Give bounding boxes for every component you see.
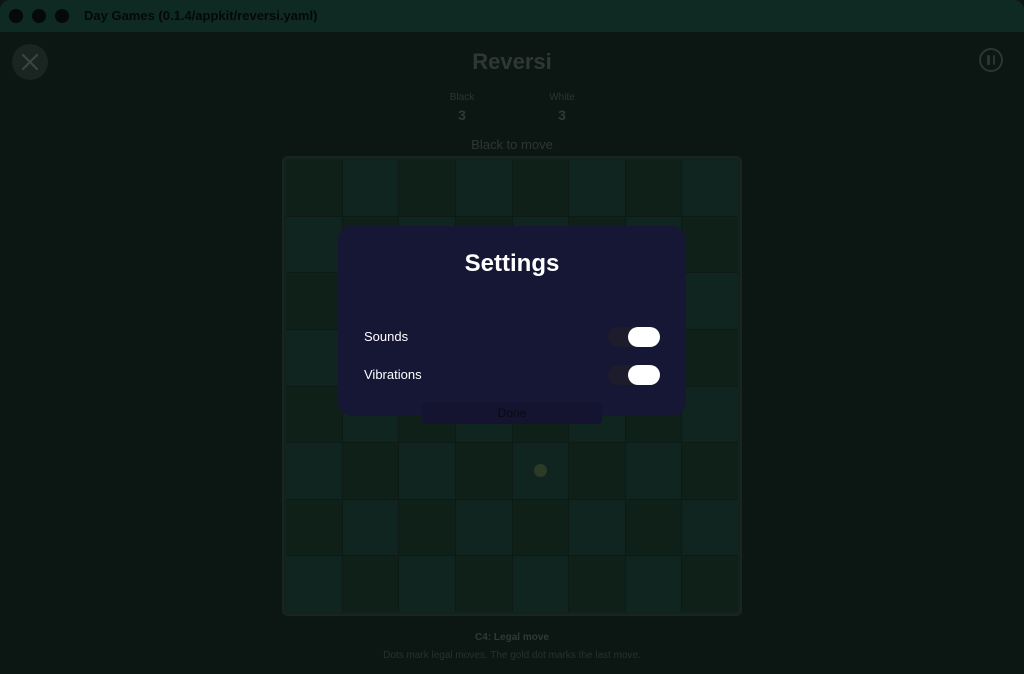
board-cell-g1[interactable] (625, 160, 682, 216)
board-cell-h4[interactable] (682, 329, 738, 386)
sounds-toggle-knob (628, 327, 660, 347)
score-black: Black 3 (422, 92, 502, 123)
move-hint: Dots mark legal moves. The gold dot mark… (383, 650, 641, 661)
score-white-label: White (549, 92, 575, 103)
board-cell-b1[interactable] (342, 160, 399, 216)
sounds-toggle[interactable] (608, 327, 660, 347)
board-cell-h8[interactable] (682, 556, 738, 612)
board-cell-a8[interactable] (286, 556, 342, 612)
score-white-value: 3 (558, 107, 566, 123)
settings-dialog: Settings Sounds Vibrations Done (338, 226, 686, 424)
window-close-button[interactable] (9, 9, 23, 23)
board-cell-b6[interactable] (342, 443, 399, 499)
board-cell-d8[interactable] (455, 556, 512, 612)
score-white: White 3 (522, 92, 602, 123)
turn-indicator: Black to move (471, 137, 553, 152)
board-cell-a7[interactable] (286, 499, 342, 556)
board-cell-f1[interactable] (569, 160, 625, 216)
window-title: Day Games (0.1.4/appkit/reversi.yaml) (84, 8, 318, 23)
board-cell-e1[interactable] (512, 160, 569, 216)
window-minimize-button[interactable] (32, 9, 46, 23)
vibrations-toggle[interactable] (608, 365, 660, 385)
board-cell-h7[interactable] (682, 499, 738, 556)
board-cell-d6[interactable] (455, 443, 512, 499)
app-window: Day Games (0.1.4/appkit/reversi.yaml) Re… (0, 0, 1024, 674)
settings-title: Settings (464, 250, 560, 277)
done-button[interactable]: Done (422, 402, 602, 424)
score-black-label: Black (449, 92, 475, 103)
board-cell-a1[interactable] (286, 160, 342, 216)
board-cell-a5[interactable] (286, 386, 342, 443)
board-cell-f7[interactable] (569, 499, 625, 556)
board-cell-a4[interactable] (286, 329, 342, 386)
sounds-label: Sounds (364, 329, 409, 344)
board-cell-c1[interactable] (399, 160, 455, 216)
board-cell-e8[interactable] (512, 556, 569, 612)
board-cell-a6[interactable] (286, 443, 342, 499)
board-cell-c7[interactable] (399, 499, 455, 556)
board-cell-h1[interactable] (682, 160, 738, 216)
vibrations-toggle-knob (628, 365, 660, 385)
window-zoom-button[interactable] (55, 9, 69, 23)
board-cell-h3[interactable] (682, 273, 738, 329)
board-cell-h5[interactable] (682, 386, 738, 443)
board-cell-g8[interactable] (625, 556, 682, 612)
title-bar: Day Games (0.1.4/appkit/reversi.yaml) (0, 0, 1024, 32)
board-cell-b7[interactable] (342, 499, 399, 556)
board-cell-b8[interactable] (342, 556, 399, 612)
board-cell-e7[interactable] (512, 499, 569, 556)
move-status: C4: Legal move (475, 632, 549, 643)
board-cell-g7[interactable] (625, 499, 682, 556)
vibrations-label: Vibrations (364, 367, 422, 382)
legal-move-dot (533, 464, 547, 478)
board-cell-f6[interactable] (569, 443, 625, 499)
board-cell-c6[interactable] (399, 443, 455, 499)
board-cell-d1[interactable] (455, 160, 512, 216)
game-title: Reversi (472, 49, 552, 74)
board-cell-f8[interactable] (569, 556, 625, 612)
board-cell-e6[interactable] (512, 443, 569, 499)
board-cell-h2[interactable] (682, 216, 738, 273)
board-cell-a2[interactable] (286, 216, 342, 273)
board-cell-h6[interactable] (682, 443, 738, 499)
board-cell-d7[interactable] (455, 499, 512, 556)
board-cell-c8[interactable] (399, 556, 455, 612)
board-cell-g6[interactable] (625, 443, 682, 499)
score-black-value: 3 (458, 107, 466, 123)
board-cell-a3[interactable] (286, 273, 342, 329)
